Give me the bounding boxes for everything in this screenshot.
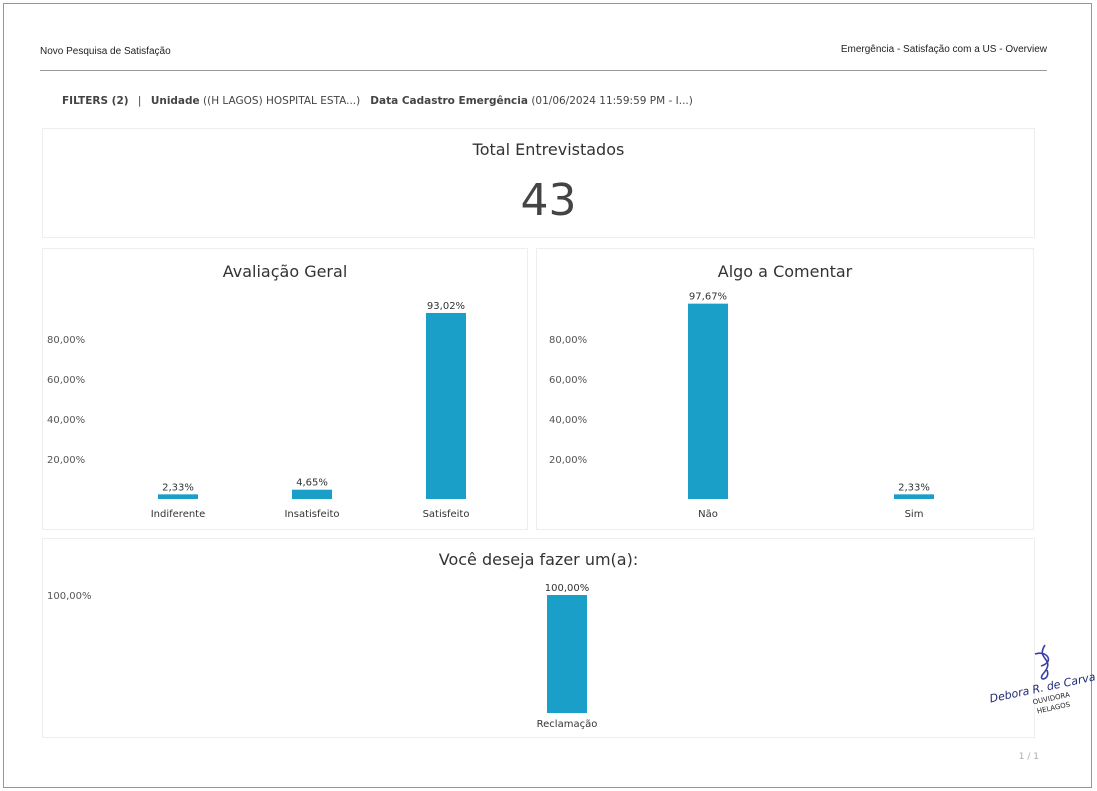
chart-algo-a-comentar: Algo a Comentar 20,00% 40,00% 60,00% 80,00% 9… [549,262,934,520]
y-tick-label: 100,00% [47,591,92,602]
data-label-satisfeito: 93,02% [427,301,465,312]
x-tick-label-satisfeito: Satisfeito [423,509,470,520]
header-divider [40,70,1047,71]
y-tick-label: 20,00% [549,455,587,466]
bar-nao [688,303,728,499]
filters-count[interactable]: FILTERS (2) [62,95,129,107]
bar-satisfeito [426,312,466,499]
y-tick-label: 60,00% [47,375,85,386]
y-tick-label: 80,00% [47,335,85,346]
page-number: 1 / 1 [1018,752,1039,762]
bar-sim [894,494,934,499]
kpi-value: 43 [520,175,577,226]
kpi-title: Total Entrevistados [472,140,625,159]
x-tick-label-reclamacao: Reclamação [537,719,598,730]
filters-bar[interactable]: FILTERS (2) | Unidade ((H LAGOS) HOSPITA… [62,95,693,107]
chart-title: Você deseja fazer um(a): [439,550,638,569]
y-tick-label: 60,00% [549,375,587,386]
x-tick-label-sim: Sim [905,509,924,520]
signature-stamp: Debora R. de Carvalho OUVIDORA HELAGOS [985,640,1097,720]
filter-data-value[interactable]: (01/06/2024 11:59:59 PM - I...) [531,95,693,107]
chart-title: Algo a Comentar [718,262,853,281]
chart-panel-voce-deseja: Você deseja fazer um(a): 100,00% 100,00% Re… [42,538,1035,738]
x-tick-label-nao: Não [698,509,718,520]
y-tick-label: 40,00% [549,415,587,426]
filter-unidade-label: Unidade [150,95,200,107]
filter-unidade-value[interactable]: ((H LAGOS) HOSPITAL ESTA...) [203,95,360,107]
data-label-insatisfeito: 4,65% [296,478,328,489]
x-tick-label-indiferente: Indiferente [151,509,206,520]
chart-panel-algo-a-comentar: Algo a Comentar 20,00% 40,00% 60,00% 80,00% 9… [536,248,1034,530]
chart-avaliacao-geral: Avaliação Geral 20,00% 40,00% 60,00% 80,00% 2… [47,262,470,520]
data-label-nao: 97,67% [689,292,727,303]
chart-panel-avaliacao-geral: Avaliação Geral 20,00% 40,00% 60,00% 80,00% 2… [42,248,528,530]
bar-indiferente [158,494,198,499]
report-title: Novo Pesquisa de Satisfação [40,46,171,57]
chart-voce-deseja: Você deseja fazer um(a): 100,00% 100,00% Re… [47,550,638,730]
y-tick-label: 20,00% [47,455,85,466]
data-label-sim: 2,33% [898,482,930,493]
report-breadcrumb: Emergência - Satisfação com a US - Overv… [840,44,1047,55]
data-label-reclamacao: 100,00% [545,583,590,594]
filter-data-label: Data Cadastro Emergência [370,95,528,107]
bar-reclamacao [547,595,587,713]
bar-insatisfeito [292,489,332,499]
y-tick-label: 80,00% [549,335,587,346]
filters-separator: | [137,95,142,107]
y-tick-label: 40,00% [47,415,85,426]
x-tick-label-insatisfeito: Insatisfeito [284,509,339,520]
chart-title: Avaliação Geral [223,262,348,281]
data-label-indiferente: 2,33% [162,482,194,493]
